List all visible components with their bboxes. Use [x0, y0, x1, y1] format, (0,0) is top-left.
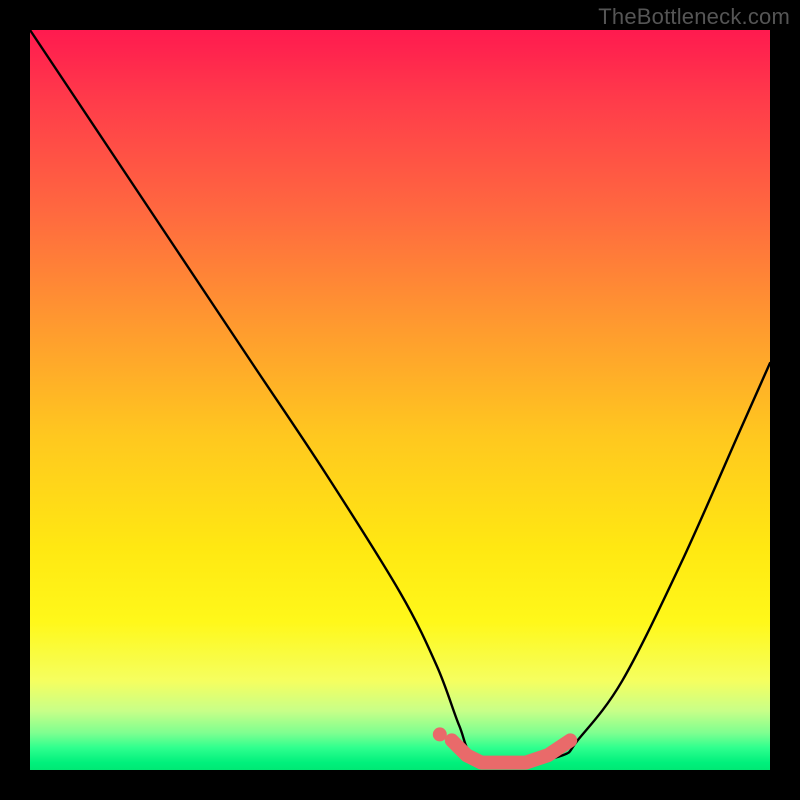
watermark-text: TheBottleneck.com [598, 4, 790, 30]
bottleneck-curve [30, 30, 770, 763]
recommended-range-line [452, 740, 570, 762]
recommended-range-start-dot [433, 727, 447, 741]
chart-stage: TheBottleneck.com [0, 0, 800, 800]
recommended-range-markers [433, 727, 570, 762]
plot-area [30, 30, 770, 770]
curve-layer [30, 30, 770, 770]
